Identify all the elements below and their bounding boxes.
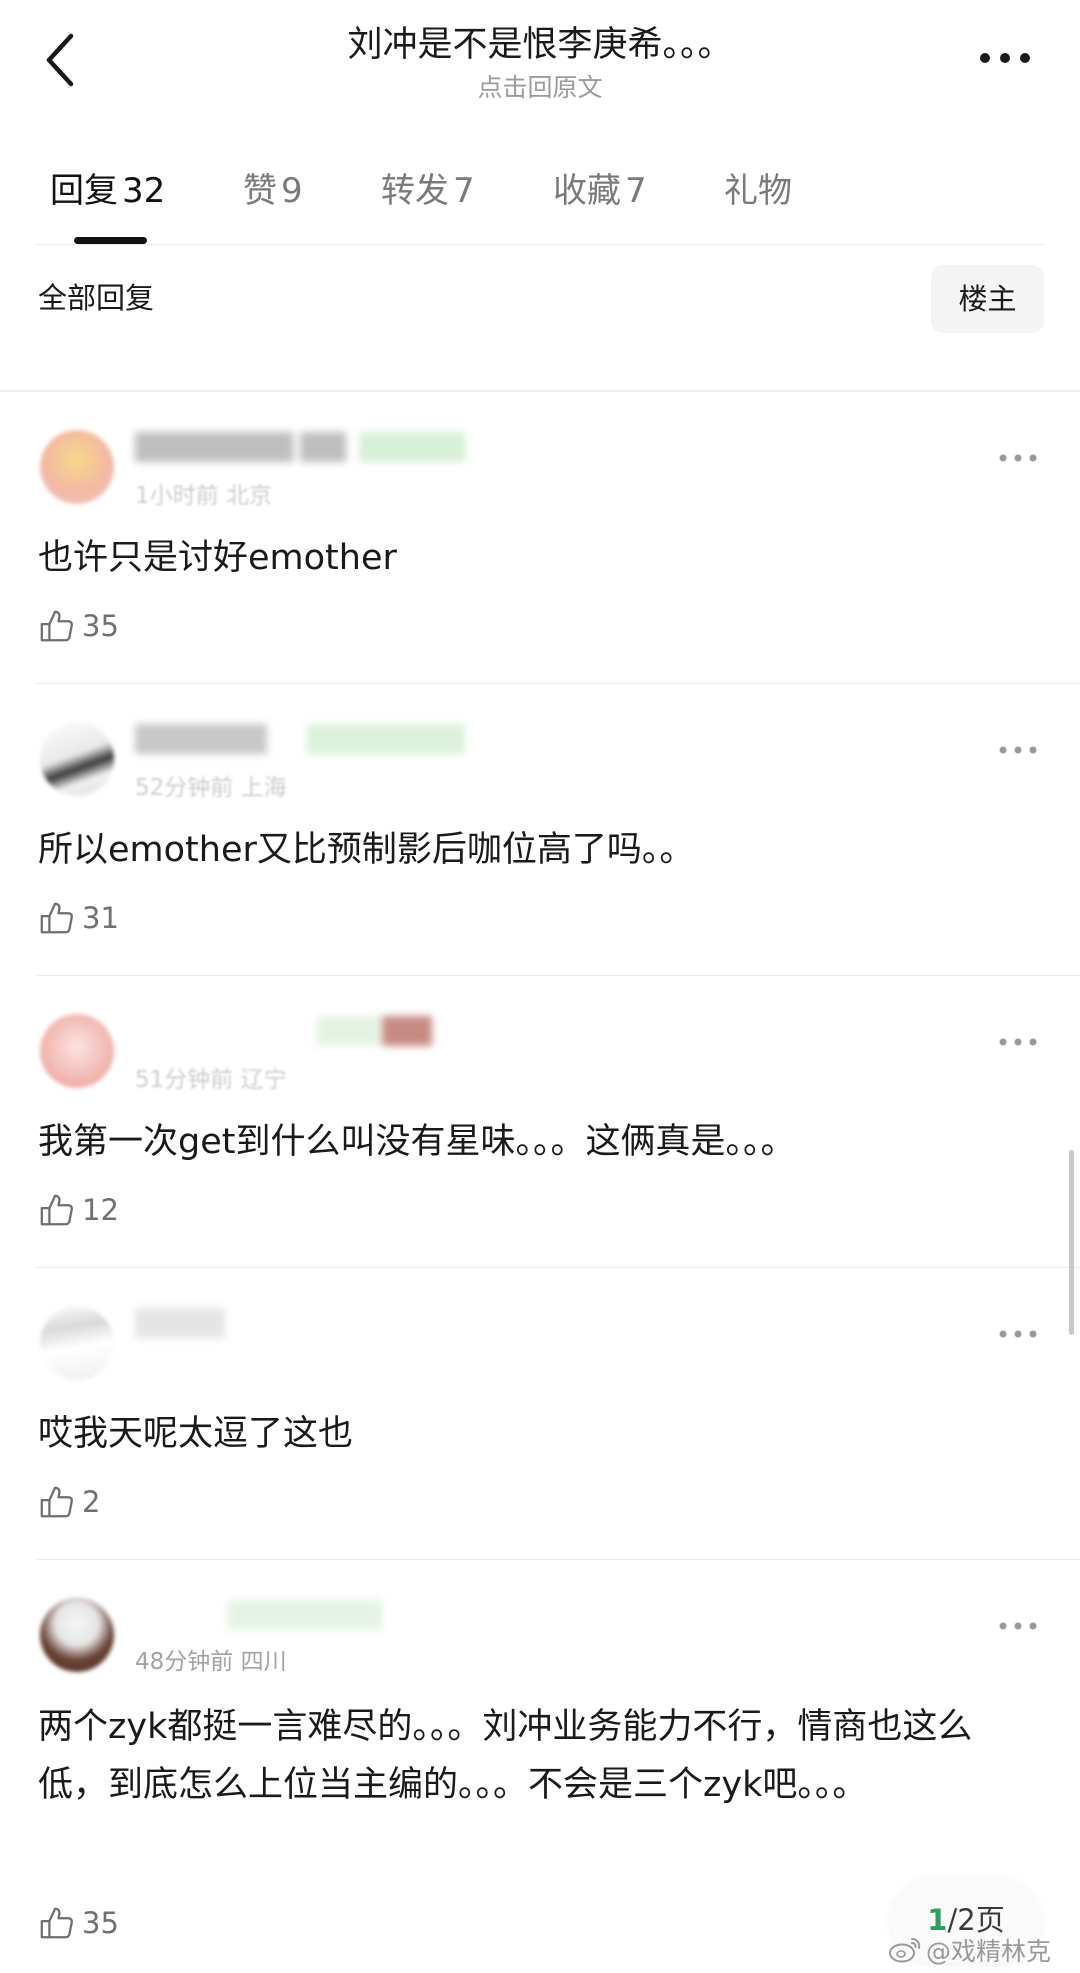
username-blurred[interactable] xyxy=(135,1600,465,1630)
thumbs-up-icon xyxy=(40,610,73,642)
like-button[interactable]: 12 xyxy=(38,1190,119,1230)
comment-more-button[interactable] xyxy=(994,738,1042,762)
username-blurred[interactable] xyxy=(135,1308,435,1338)
back-button[interactable] xyxy=(30,20,90,100)
comment-more-button[interactable] xyxy=(994,1614,1042,1638)
username-blurred[interactable] xyxy=(135,432,465,462)
tab-label: 礼物 xyxy=(724,171,792,211)
tab-favorites[interactable]: 收藏 7 xyxy=(553,168,647,214)
comment-more-button[interactable] xyxy=(994,446,1042,470)
like-count: 12 xyxy=(82,1193,119,1227)
tab-label: 赞 xyxy=(243,171,277,211)
like-count: 35 xyxy=(82,1906,119,1940)
comment-meta: 48分钟前 四川 xyxy=(135,1649,287,1675)
more-options-button[interactable] xyxy=(970,38,1040,78)
watermark-text: @戏精林克 xyxy=(926,1937,1052,1966)
comment-text: 哎我天呢太逗了这也 xyxy=(38,1414,354,1454)
more-dots-icon xyxy=(999,1330,1037,1338)
more-dots-icon xyxy=(999,454,1037,462)
username-blurred[interactable] xyxy=(135,1016,465,1046)
tabs-divider xyxy=(36,244,1044,245)
comment-item: 哎我天呢太逗了这也 2 xyxy=(0,1268,1080,1560)
tab-likes[interactable]: 赞9 xyxy=(243,168,303,214)
tab-bar: 回复 32 赞9 转发 7 收藏 7 礼物 xyxy=(0,150,1080,245)
like-count: 31 xyxy=(82,901,119,935)
comment-item: 51分钟前 辽宁 我第一次get到什么叫没有星味。。。这俩真是。。。 12 xyxy=(0,976,1080,1268)
tab-label: 收藏 xyxy=(553,171,621,211)
post-title: 刘冲是不是恨李庚希。。。 xyxy=(347,25,733,65)
more-dots-icon xyxy=(980,53,1030,63)
like-button[interactable]: 31 xyxy=(38,898,119,938)
avatar[interactable] xyxy=(40,1306,114,1380)
thumbs-up-icon xyxy=(40,1486,73,1518)
comment-text: 两个zyk都挺一言难尽的。。。刘冲业务能力不行，情商也这么低，到底怎么上位当主编… xyxy=(38,1707,973,1805)
comment-meta: 52分钟前 上海 xyxy=(135,775,287,801)
tab-label: 回复 xyxy=(50,171,118,211)
watermark: @戏精林克 xyxy=(888,1930,1051,1970)
tab-label: 转发 xyxy=(381,171,449,211)
tab-count: 9 xyxy=(281,171,303,211)
like-button[interactable]: 2 xyxy=(38,1482,100,1522)
like-count: 35 xyxy=(82,609,119,643)
thumbs-up-icon xyxy=(40,902,73,934)
comment-text: 也许只是讨好emother xyxy=(38,538,397,578)
comment-more-button[interactable] xyxy=(994,1322,1042,1346)
thumbs-up-icon xyxy=(40,1194,73,1226)
active-tab-indicator xyxy=(74,237,147,244)
comment-item: 1小时前 北京 也许只是讨好emother 35 xyxy=(0,392,1080,684)
like-count: 2 xyxy=(82,1485,101,1519)
avatar[interactable] xyxy=(40,722,114,796)
username-blurred[interactable] xyxy=(135,724,465,754)
all-replies-filter[interactable]: 全部回复 xyxy=(38,278,154,318)
more-dots-icon xyxy=(999,746,1037,754)
more-dots-icon xyxy=(999,1038,1037,1046)
like-button[interactable]: 35 xyxy=(38,1903,119,1943)
tab-reposts[interactable]: 转发 7 xyxy=(381,168,475,214)
comment-more-button[interactable] xyxy=(994,1030,1042,1054)
like-button[interactable]: 35 xyxy=(38,606,119,646)
tab-gifts[interactable]: 礼物 xyxy=(724,168,792,214)
back-arrow-icon xyxy=(46,33,74,87)
weibo-logo-icon xyxy=(889,1938,921,1963)
tab-count: 7 xyxy=(625,171,647,211)
top-bar: 刘冲是不是恨李庚希。。。 点击回原文 xyxy=(0,0,1080,120)
tab-count: 32 xyxy=(122,171,166,211)
comment-text: 我第一次get到什么叫没有星味。。。这俩真是。。。 xyxy=(38,1122,796,1162)
comment-meta: 51分钟前 辽宁 xyxy=(135,1067,287,1093)
op-only-button[interactable]: 楼主 xyxy=(931,265,1044,333)
avatar[interactable] xyxy=(40,1014,114,1088)
comment-text: 所以emother又比预制影后咖位高了吗。。 xyxy=(38,830,695,870)
title-area[interactable]: 刘冲是不是恨李庚希。。。 点击回原文 xyxy=(200,20,880,104)
comment-item: 52分钟前 上海 所以emother又比预制影后咖位高了吗。。 31 xyxy=(0,684,1080,976)
tab-replies[interactable]: 回复 32 xyxy=(50,168,165,214)
avatar[interactable] xyxy=(40,430,114,504)
comment-meta: 1小时前 北京 xyxy=(135,483,272,509)
tab-count: 7 xyxy=(453,171,475,211)
back-to-original-link[interactable]: 点击回原文 xyxy=(200,72,880,104)
avatar[interactable] xyxy=(40,1598,114,1672)
scrollbar[interactable] xyxy=(1069,1150,1074,1335)
more-dots-icon xyxy=(999,1622,1037,1630)
thumbs-up-icon xyxy=(40,1907,73,1939)
